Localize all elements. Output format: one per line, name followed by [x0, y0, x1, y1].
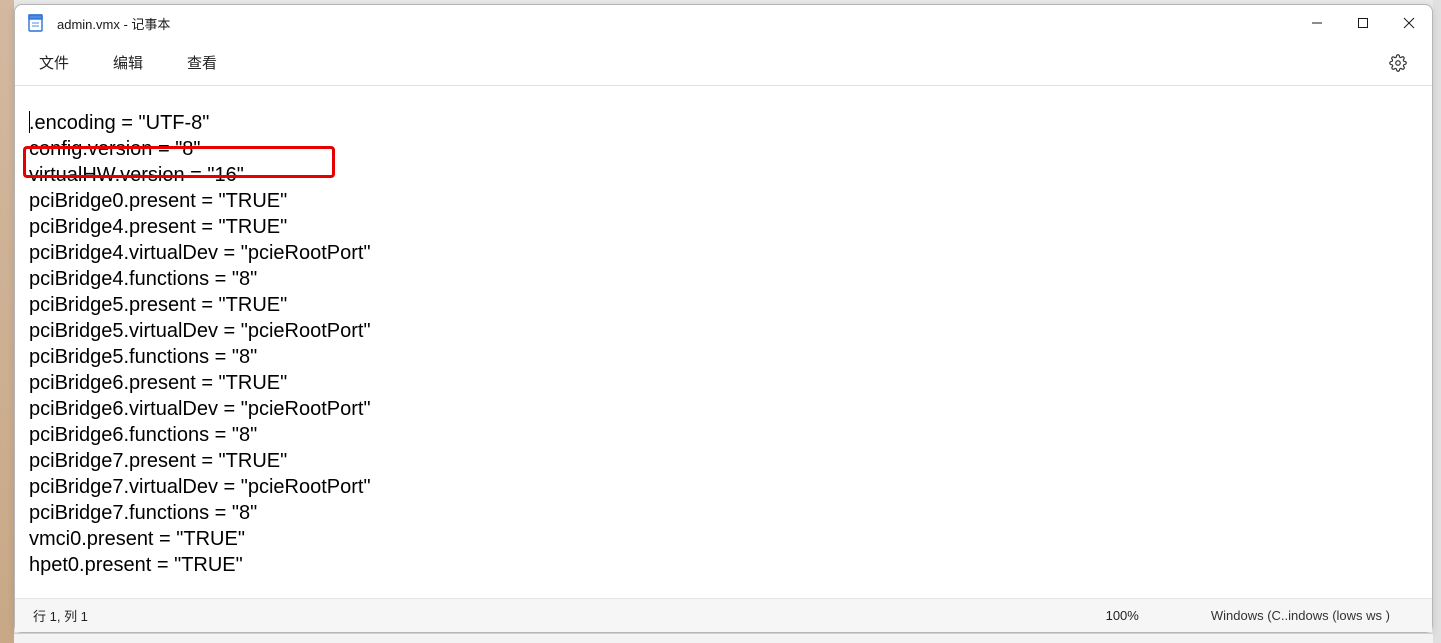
desktop-left-edge [0, 0, 14, 643]
text-line: pciBridge0.present = "TRUE" [29, 188, 1418, 214]
window-title: admin.vmx - 记事本 [57, 14, 170, 33]
text-line: pciBridge5.functions = "8" [29, 344, 1418, 370]
text-line: pciBridge5.virtualDev = "pcieRootPort" [29, 318, 1418, 344]
menu-view[interactable]: 查看 [179, 48, 225, 77]
text-line: pciBridge7.functions = "8" [29, 500, 1418, 526]
close-button[interactable] [1386, 5, 1432, 41]
text-caret [29, 111, 30, 133]
text-line: pciBridge4.present = "TRUE" [29, 214, 1418, 240]
statusbar: 行 1, 列 1 100% Windows (C..indows (lows w… [15, 598, 1432, 632]
text-line: pciBridge4.functions = "8" [29, 266, 1418, 292]
minimize-button[interactable] [1294, 5, 1340, 41]
status-zoom[interactable]: 100% [1082, 608, 1187, 623]
text-line: pciBridge6.functions = "8" [29, 422, 1418, 448]
text-line: pciBridge6.present = "TRUE" [29, 370, 1418, 396]
text-line: config.version = "8" [29, 136, 1418, 162]
settings-button[interactable] [1380, 45, 1416, 81]
desktop-right-edge [1433, 0, 1441, 643]
menubar: 文件 编辑 查看 [15, 41, 1432, 85]
text-line: pciBridge7.present = "TRUE" [29, 448, 1418, 474]
text-line: pciBridge7.virtualDev = "pcieRootPort" [29, 474, 1418, 500]
text-line: hpet0.present = "TRUE" [29, 552, 1418, 578]
menu-file[interactable]: 文件 [31, 48, 77, 77]
text-line: .encoding = "UTF-8" [29, 110, 1418, 136]
text-line: pciBridge6.virtualDev = "pcieRootPort" [29, 396, 1418, 422]
window-controls [1294, 5, 1432, 41]
notepad-app-icon [27, 14, 45, 32]
status-cursor-position: 行 1, 列 1 [33, 606, 88, 625]
desktop-taskbar-fragment [14, 633, 1433, 643]
titlebar[interactable]: admin.vmx - 记事本 [15, 5, 1432, 41]
text-line: pciBridge5.present = "TRUE" [29, 292, 1418, 318]
text-line: pciBridge4.virtualDev = "pcieRootPort" [29, 240, 1418, 266]
text-line: vmci0.present = "TRUE" [29, 526, 1418, 552]
text-line-highlighted: virtualHW.version = "16" [29, 162, 1418, 188]
text-editor-area[interactable]: .encoding = "UTF-8" config.version = "8"… [15, 86, 1432, 598]
notepad-window: admin.vmx - 记事本 文件 编辑 查看 .encod [14, 4, 1433, 633]
menu-edit[interactable]: 编辑 [105, 48, 151, 77]
maximize-button[interactable] [1340, 5, 1386, 41]
status-encoding[interactable]: Windows (C..indows (lows ws ) [1187, 608, 1414, 623]
